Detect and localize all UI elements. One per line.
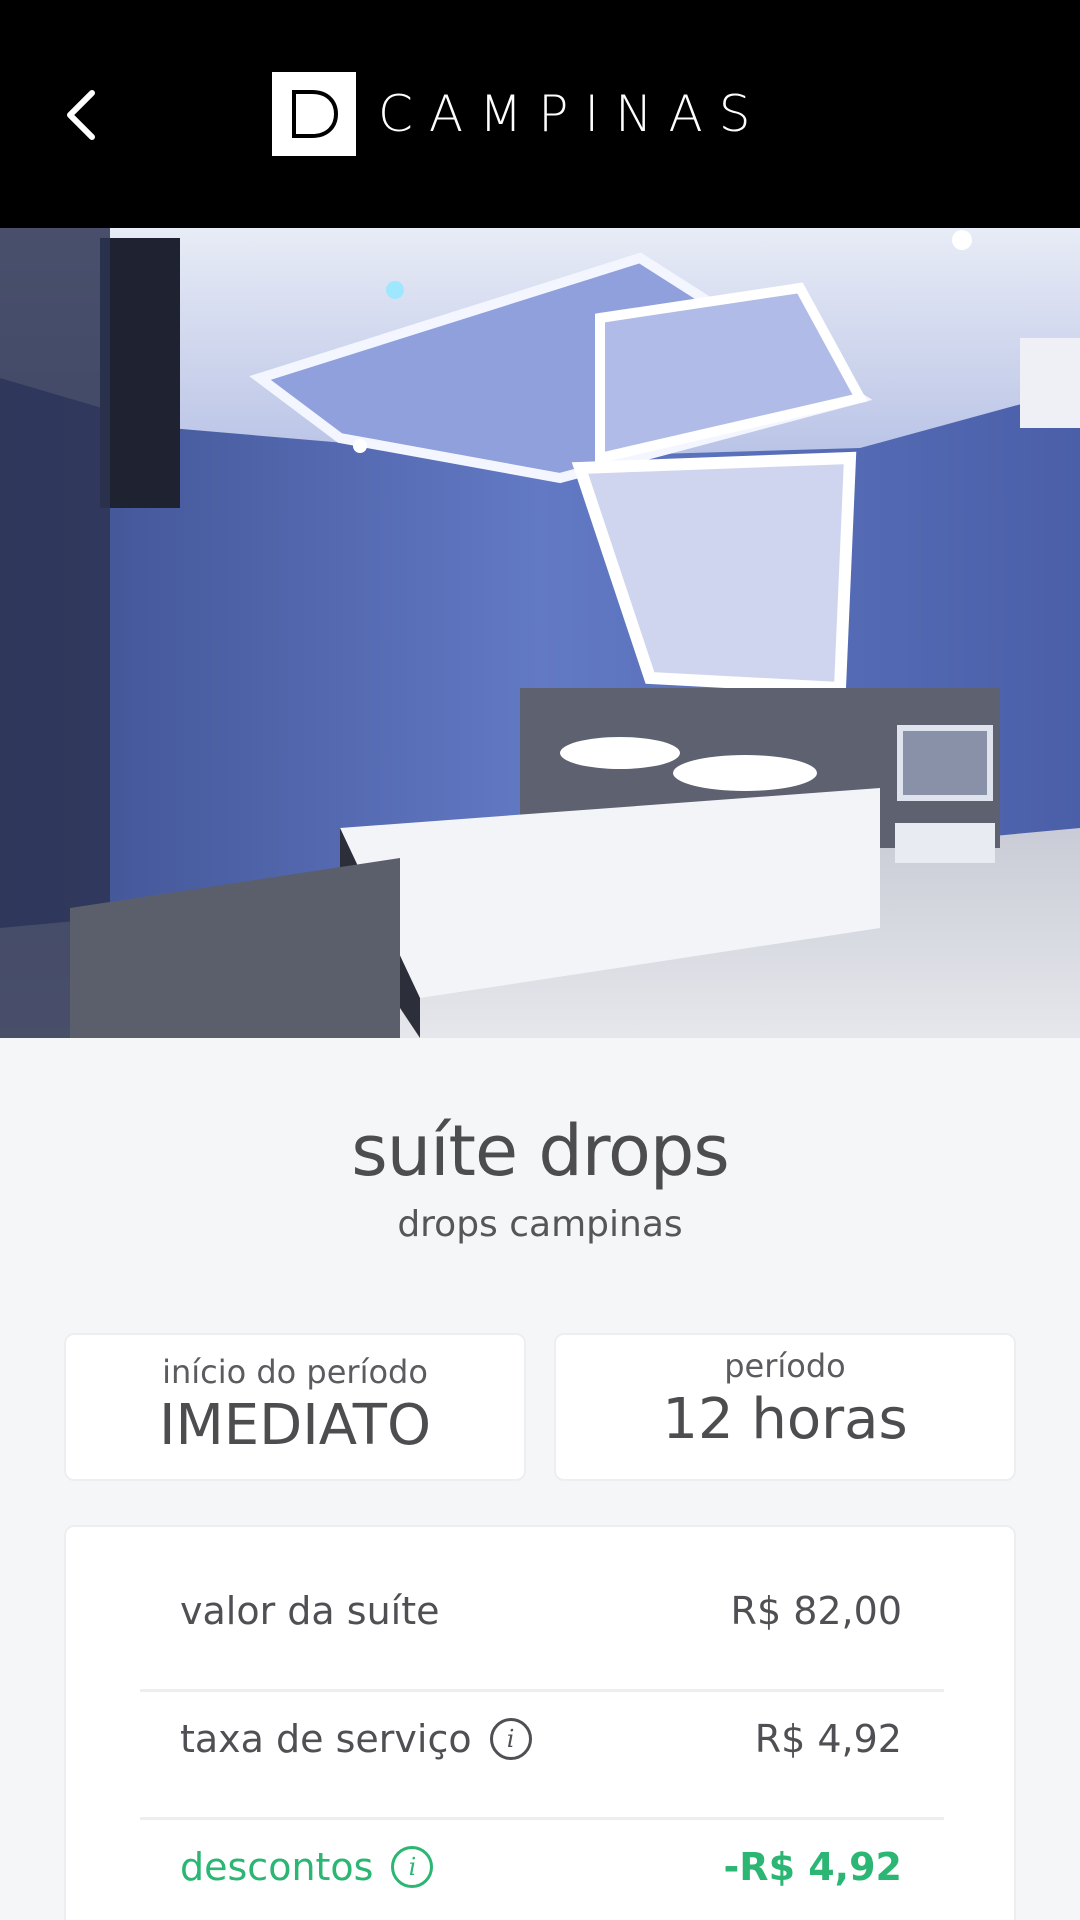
brand-logo: CAMPINAS [272,72,767,156]
suite-name: suíte drops [351,1110,729,1192]
logo-text: CAMPINAS [378,85,767,143]
period-value: 12 horas [662,1387,908,1452]
row-label: taxa de serviço i [180,1717,532,1761]
service-fee-label: taxa de serviço [180,1717,472,1761]
info-icon[interactable]: i [391,1846,434,1888]
info-icon[interactable]: i [489,1718,532,1760]
price-summary-card: valor da suíte R$ 82,00 taxa de serviço … [64,1525,1016,1920]
price-row-suite-value: valor da suíte R$ 82,00 [140,1547,944,1675]
back-button[interactable] [50,80,110,150]
discounts-amount: -R$ 4,92 [723,1845,902,1889]
price-row-service-fee: taxa de serviço i R$ 4,92 [140,1675,944,1803]
row-label: valor da suíte [180,1589,440,1633]
logo-mark [272,72,356,156]
row-label: descontos i [180,1845,434,1889]
period-start-value: IMEDIATO [158,1393,432,1458]
service-fee-amount: R$ 4,92 [754,1717,902,1761]
period-label: período [724,1347,846,1385]
suite-photo-carousel[interactable] [0,228,1080,1038]
period-start-card[interactable]: início do período IMEDIATO [64,1333,526,1481]
price-row-discounts: descontos i -R$ 4,92 [140,1803,944,1920]
suite-value-label: valor da suíte [180,1589,440,1633]
period-card[interactable]: período 12 horas [554,1333,1016,1481]
period-start-label: início do período [162,1353,428,1391]
suite-value-amount: R$ 82,00 [730,1589,902,1633]
chevron-left-icon [67,90,95,140]
discounts-label: descontos [180,1845,374,1889]
suite-photo [0,228,1080,1038]
logo-letter-d [292,90,339,138]
app-header: CAMPINAS [0,0,1080,228]
suite-location: drops campinas [397,1204,683,1245]
